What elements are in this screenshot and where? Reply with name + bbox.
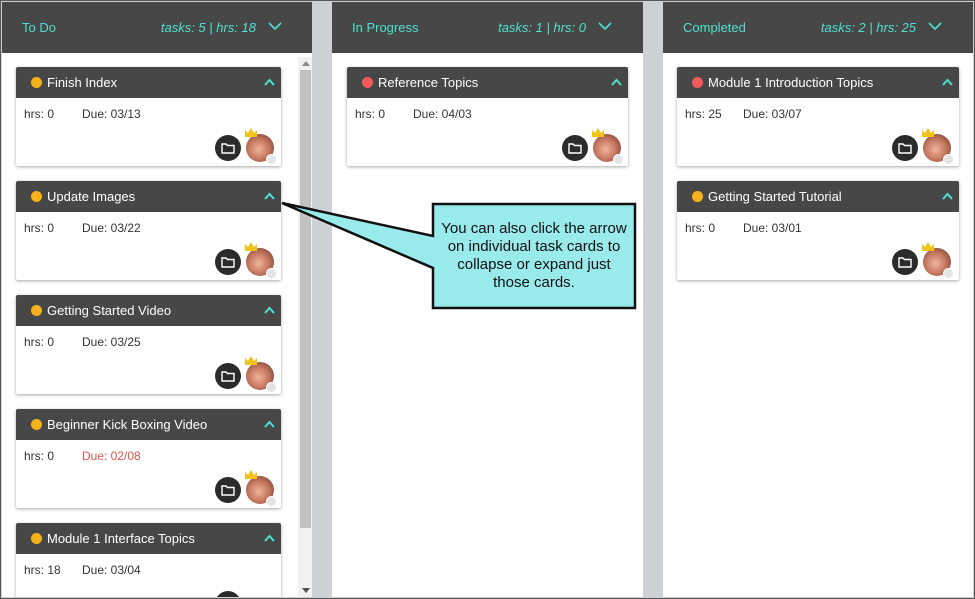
callout-text: You can also click the arrow on individu… [441,220,627,291]
